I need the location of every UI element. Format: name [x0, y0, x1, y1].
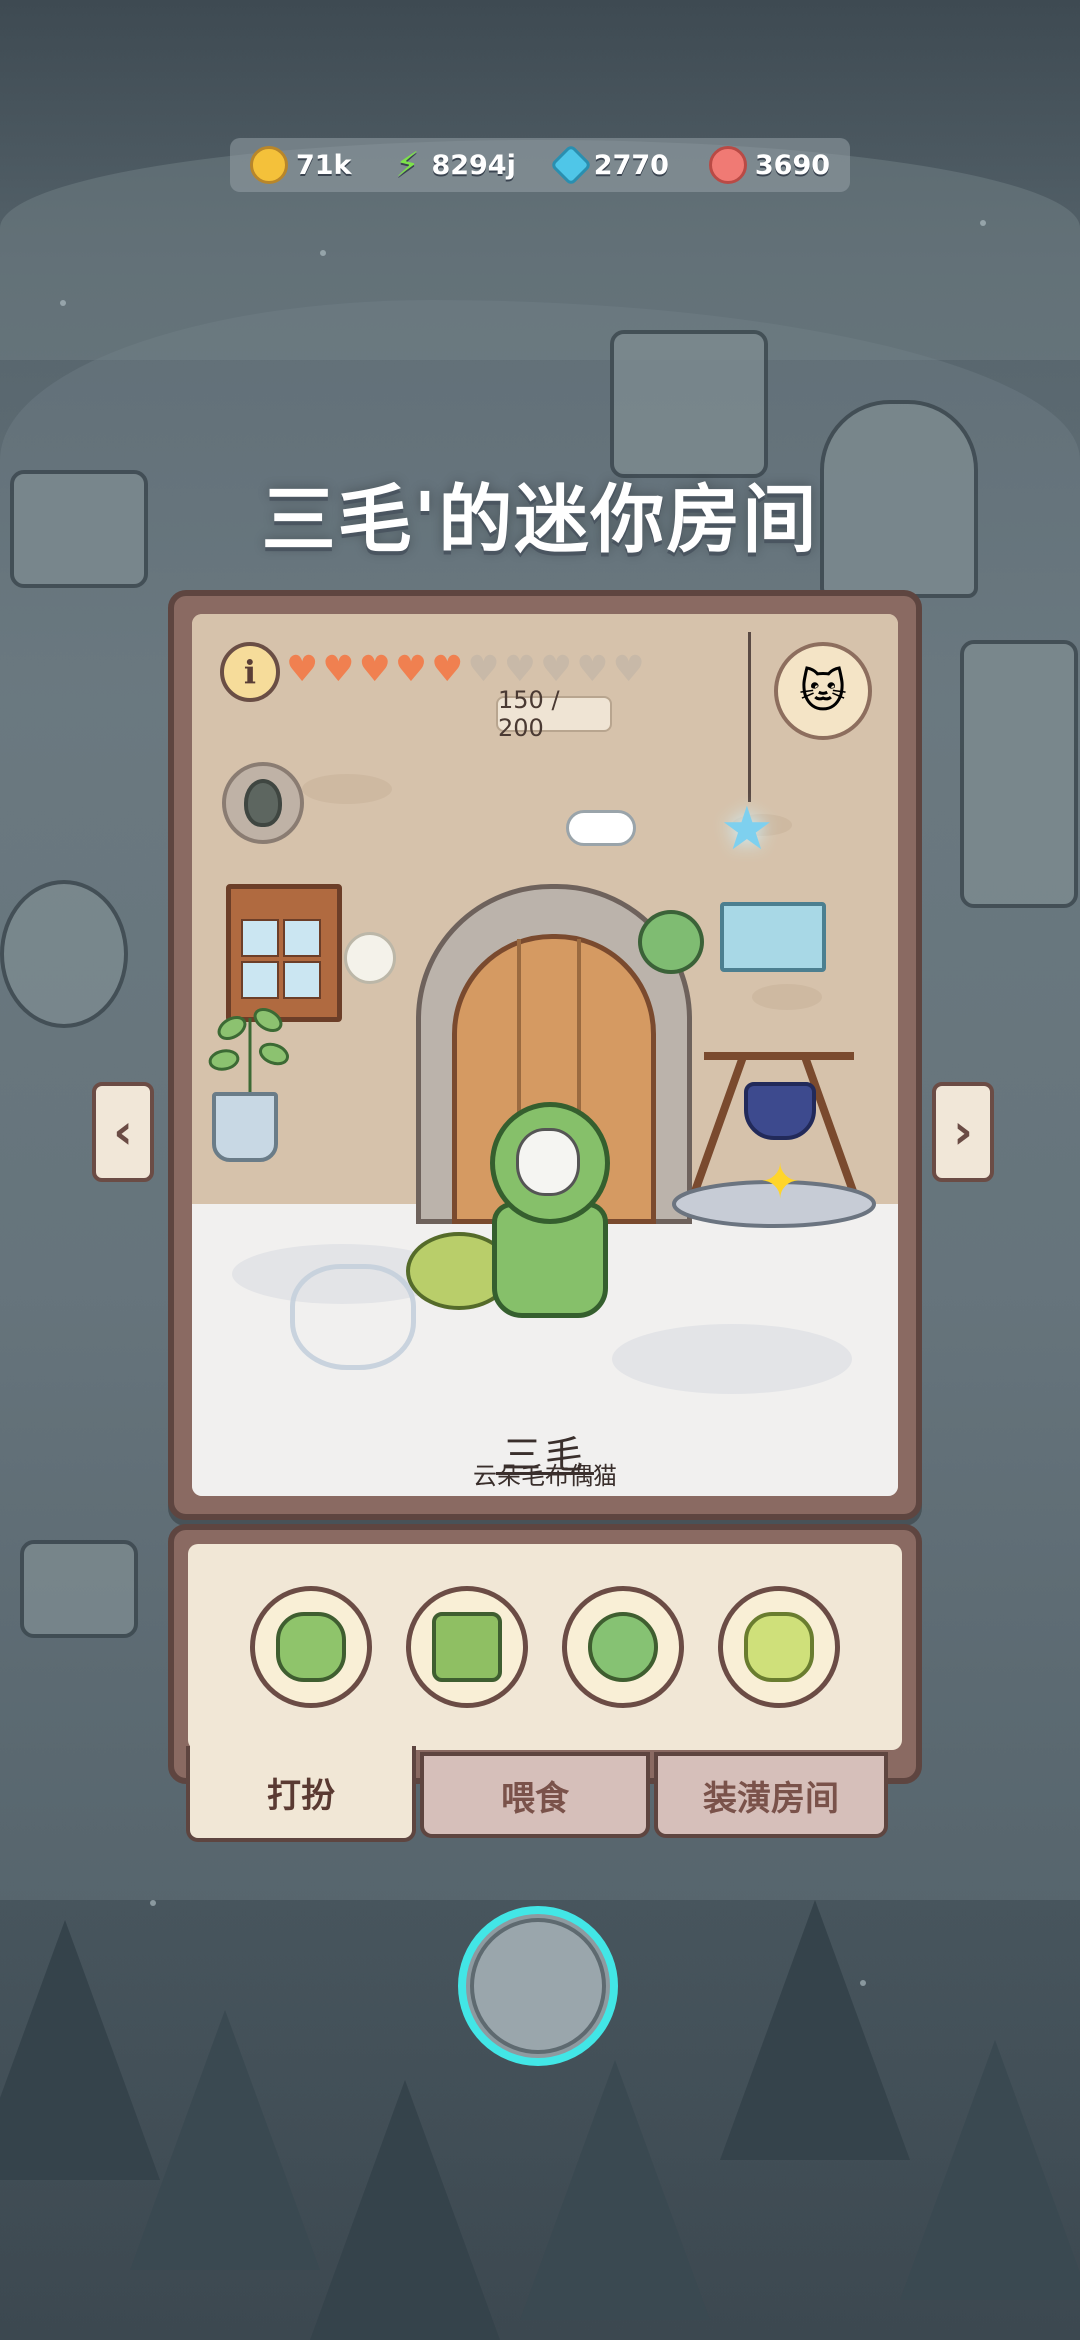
room-title: 三毛'的迷你房间	[261, 477, 819, 563]
gems-counter[interactable]: 2770	[549, 143, 669, 187]
leaf-icon	[588, 1612, 658, 1682]
currency-bar: 71k ⚡ 8294j 2770 3690	[230, 138, 850, 192]
fire-icon: ✦	[760, 1154, 801, 1210]
snowflake	[320, 250, 326, 256]
coins-counter[interactable]: 71k	[249, 146, 352, 184]
room-card: ✦ i ♥ ♥ ♥ ♥ ♥ ♥ ♥ ♥ ♥ ♥ 150 / 200 🐱 ★ 三毛 云朵毛布偶猫	[168, 590, 922, 1520]
background-round-house	[0, 880, 128, 1028]
heart-empty-icon: ♥	[467, 649, 500, 690]
window-pane	[241, 961, 279, 999]
heart-full-icon: ♥	[394, 649, 428, 690]
window-pane	[283, 961, 321, 999]
avocado-icon	[244, 779, 282, 827]
switch-cat-button[interactable]: 🐱	[774, 642, 872, 740]
heart-full-icon: ♥	[286, 649, 319, 690]
snowflake	[150, 1900, 156, 1906]
wall-spot	[302, 774, 392, 804]
tab-feed[interactable]: 喂食	[420, 1752, 650, 1838]
cooking-pot	[744, 1082, 816, 1140]
next-room-button[interactable]: ›	[932, 1082, 994, 1182]
affection-count: 150 / 200	[496, 686, 612, 742]
campfire[interactable]: ✦	[664, 1044, 884, 1234]
cloud-decoration	[566, 810, 636, 846]
gem-icon	[549, 143, 592, 187]
paws-value: 3690	[754, 149, 831, 181]
frog-hat-icon	[276, 1612, 346, 1682]
background-barrels	[20, 1540, 138, 1638]
cat-doodle-decoration	[290, 1264, 416, 1370]
item-leaf[interactable]	[562, 1586, 684, 1708]
gems-value: 2770	[593, 149, 669, 181]
item-frog-outfit[interactable]	[406, 1586, 528, 1708]
avocado-badge[interactable]	[222, 762, 304, 844]
paw-icon	[708, 146, 747, 184]
tab-dress-up[interactable]: 打扮	[186, 1746, 416, 1842]
star-icon[interactable]: ★	[720, 794, 774, 864]
dress-up-panel	[168, 1524, 922, 1784]
bow-frog-icon	[744, 1612, 814, 1682]
background-shop-stall	[610, 330, 768, 478]
wall-screen[interactable]	[720, 902, 826, 972]
pine-tree	[130, 2010, 320, 2270]
window-pane	[283, 919, 321, 957]
pine-tree	[900, 2040, 1080, 2300]
main-action-button[interactable]	[458, 1906, 618, 2066]
tab-decorate-room[interactable]: 装潢房间	[654, 1752, 888, 1838]
heart-full-icon: ♥	[358, 649, 391, 690]
energy-value: 8294j	[431, 149, 516, 181]
pine-tree	[310, 2080, 500, 2340]
item-list	[188, 1544, 902, 1750]
info-button[interactable]: i	[220, 642, 280, 702]
snowflake	[980, 220, 986, 226]
heart-full-icon: ♥	[431, 649, 464, 690]
bottom-tabs: 打扮 喂食 装潢房间	[186, 1746, 888, 1842]
action-button-face	[470, 1918, 606, 2054]
floor-shadow	[612, 1324, 852, 1394]
background-tower	[960, 640, 1078, 908]
pet-cat[interactable]	[490, 1102, 610, 1318]
radish-decoration[interactable]	[344, 932, 396, 984]
heart-empty-icon: ♥	[503, 649, 536, 690]
pet-breed: 云朵毛布偶猫	[473, 1462, 617, 1490]
plant-pot[interactable]	[212, 1092, 278, 1162]
heart-empty-icon: ♥	[539, 649, 573, 690]
frog-outfit-icon	[432, 1612, 502, 1682]
star-string	[748, 632, 751, 802]
item-frog-hat[interactable]	[250, 1586, 372, 1708]
coin-icon	[249, 146, 288, 184]
previous-room-button[interactable]: ‹	[92, 1082, 154, 1182]
chevron-right-icon: ›	[953, 1104, 973, 1160]
paws-counter[interactable]: 3690	[708, 146, 831, 184]
cat-face	[516, 1128, 580, 1196]
energy-counter[interactable]: ⚡ 8294j	[391, 145, 516, 185]
heart-empty-icon: ♥	[576, 649, 609, 690]
heart-full-icon: ♥	[322, 649, 355, 690]
chevron-left-icon: ‹	[113, 1104, 133, 1160]
window-pane	[241, 919, 279, 957]
wall-spot	[752, 984, 822, 1010]
pine-tree	[720, 1900, 910, 2160]
heart-empty-icon: ♥	[612, 649, 645, 690]
lightning-icon: ⚡	[395, 145, 420, 185]
leaf-decoration[interactable]	[638, 910, 704, 974]
room-scene: ✦ i ♥ ♥ ♥ ♥ ♥ ♥ ♥ ♥ ♥ ♥ 150 / 200 🐱 ★ 三毛 云朵毛布偶猫	[192, 614, 898, 1496]
plant-leaves	[208, 1008, 290, 1094]
pine-tree	[520, 2060, 710, 2320]
snowflake	[60, 300, 66, 306]
cat-swap-icon: 🐱	[799, 664, 847, 718]
affection-hearts: ♥ ♥ ♥ ♥ ♥ ♥ ♥ ♥ ♥ ♥	[286, 652, 645, 688]
coins-value: 71k	[295, 149, 352, 181]
item-bow-frog[interactable]	[718, 1586, 840, 1708]
